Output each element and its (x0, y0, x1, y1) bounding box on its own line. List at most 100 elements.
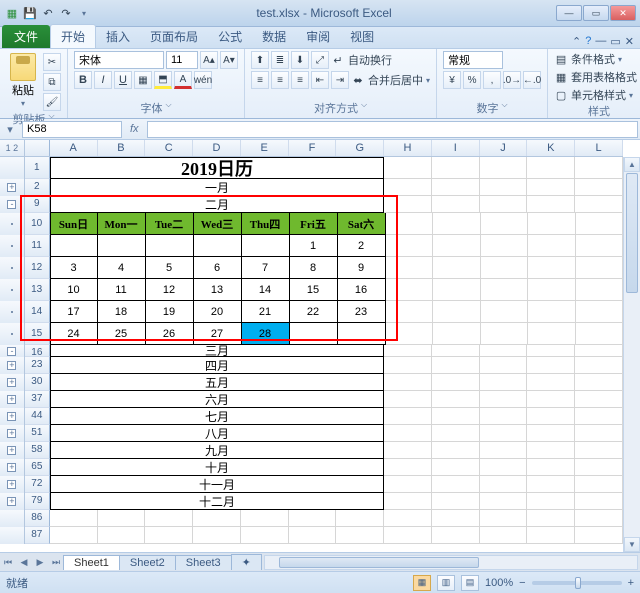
wrap-text-button[interactable]: ↵自动换行 (331, 52, 392, 68)
cell[interactable] (336, 527, 384, 544)
row-header[interactable]: 44 (25, 408, 50, 425)
formula-bar[interactable] (147, 121, 638, 138)
cell[interactable] (433, 301, 481, 323)
cell[interactable] (575, 157, 623, 179)
minimize-button[interactable]: — (556, 5, 582, 21)
cell[interactable] (145, 510, 193, 527)
row-header[interactable]: 37 (25, 391, 50, 408)
cut-icon[interactable]: ✂ (43, 53, 61, 71)
row-header[interactable]: 65 (25, 459, 50, 476)
cell[interactable] (527, 459, 575, 476)
cell[interactable] (575, 179, 623, 196)
cell[interactable] (481, 213, 529, 235)
conditional-format-button[interactable]: ▤条件格式▾ (554, 51, 622, 67)
col-header[interactable]: B (98, 140, 146, 156)
cell[interactable] (527, 408, 575, 425)
row-header[interactable]: 10 (25, 213, 50, 235)
cell[interactable] (386, 213, 434, 235)
col-header[interactable]: I (432, 140, 480, 156)
cell[interactable] (384, 357, 432, 374)
bold-button[interactable]: B (74, 71, 92, 89)
cell[interactable] (386, 235, 434, 257)
cell[interactable] (432, 179, 480, 196)
cell[interactable] (576, 279, 624, 301)
outline-toggle[interactable] (0, 510, 25, 527)
cell[interactable] (432, 476, 480, 493)
outline-toggle[interactable]: - (0, 345, 25, 357)
day-cell[interactable]: 9 (338, 257, 386, 279)
cell[interactable] (432, 374, 480, 391)
day-header[interactable]: Mon一 (98, 213, 146, 235)
col-header[interactable]: E (241, 140, 289, 156)
row-header[interactable]: 86 (25, 510, 50, 527)
cell[interactable] (527, 493, 575, 510)
namebox-dropdown-icon[interactable]: ▾ (0, 123, 20, 136)
cell[interactable] (480, 357, 528, 374)
maximize-button[interactable]: ▭ (583, 5, 609, 21)
page-layout-view-button[interactable]: ▥ (437, 575, 455, 591)
cell[interactable] (576, 213, 624, 235)
fx-icon[interactable]: fx (122, 123, 147, 135)
cell[interactable] (527, 391, 575, 408)
cell[interactable] (480, 493, 528, 510)
cell-styles-button[interactable]: ▢单元格样式▾ (554, 87, 633, 103)
review-tab[interactable]: 审阅 (296, 25, 340, 48)
cell[interactable] (50, 527, 98, 544)
zoom-knob[interactable] (575, 577, 581, 589)
outline-toggle[interactable]: + (0, 442, 25, 459)
day-cell[interactable]: 28 (242, 323, 290, 345)
col-header[interactable]: J (480, 140, 528, 156)
italic-button[interactable]: I (94, 71, 112, 89)
cell[interactable] (575, 408, 623, 425)
cell[interactable] (575, 345, 623, 357)
horizontal-scrollbar[interactable] (264, 555, 638, 570)
file-tab[interactable]: 文件 (2, 25, 50, 48)
scroll-down-icon[interactable]: ▼ (624, 537, 640, 552)
cell[interactable] (527, 345, 575, 357)
merged-cell[interactable]: 十月 (50, 459, 384, 476)
cell[interactable] (481, 235, 529, 257)
cell[interactable] (576, 257, 624, 279)
cell[interactable] (575, 374, 623, 391)
day-cell[interactable]: 8 (290, 257, 338, 279)
cell[interactable] (289, 527, 337, 544)
cell[interactable] (480, 459, 528, 476)
doc-min-icon[interactable]: — (595, 35, 606, 48)
align-bottom-icon[interactable]: ⬇ (291, 51, 309, 69)
grid-rows[interactable]: 12019日历+2一月-9二月10Sun日Mon一Tue二Wed三Thu四Fri… (0, 157, 623, 552)
zoom-out-button[interactable]: − (519, 577, 525, 589)
cell[interactable] (98, 510, 146, 527)
cell[interactable] (145, 527, 193, 544)
merged-cell[interactable]: 三月 (50, 345, 384, 357)
day-header[interactable]: Sun日 (50, 213, 98, 235)
select-all-corner[interactable] (25, 140, 50, 156)
outline-toggle[interactable] (0, 279, 25, 301)
insert-tab[interactable]: 插入 (96, 25, 140, 48)
outline-toggle[interactable] (0, 157, 25, 179)
cell[interactable] (527, 442, 575, 459)
cell[interactable] (480, 157, 528, 179)
cell[interactable] (527, 476, 575, 493)
fill-color-button[interactable]: ⬒ (154, 71, 172, 89)
align-top-icon[interactable]: ⬆ (251, 51, 269, 69)
day-cell[interactable]: 10 (50, 279, 98, 301)
col-header[interactable]: H (384, 140, 432, 156)
calendar-title[interactable]: 2019日历 (50, 157, 384, 179)
layout-tab[interactable]: 页面布局 (140, 25, 208, 48)
cell[interactable] (480, 374, 528, 391)
cell[interactable] (384, 196, 432, 213)
cell[interactable] (432, 493, 480, 510)
row-header[interactable]: 14 (25, 301, 50, 323)
merged-cell[interactable]: 四月 (50, 357, 384, 374)
cell[interactable] (193, 510, 241, 527)
row-header[interactable]: 72 (25, 476, 50, 493)
cell[interactable] (480, 196, 528, 213)
cell[interactable] (432, 425, 480, 442)
row-header[interactable]: 87 (25, 527, 50, 544)
merge-center-button[interactable]: ⬌合并后居中▾ (351, 72, 430, 88)
merged-cell[interactable]: 六月 (50, 391, 384, 408)
col-header[interactable]: K (527, 140, 575, 156)
align-right-icon[interactable]: ≡ (291, 71, 309, 89)
cell[interactable] (575, 391, 623, 408)
cell[interactable] (527, 157, 575, 179)
